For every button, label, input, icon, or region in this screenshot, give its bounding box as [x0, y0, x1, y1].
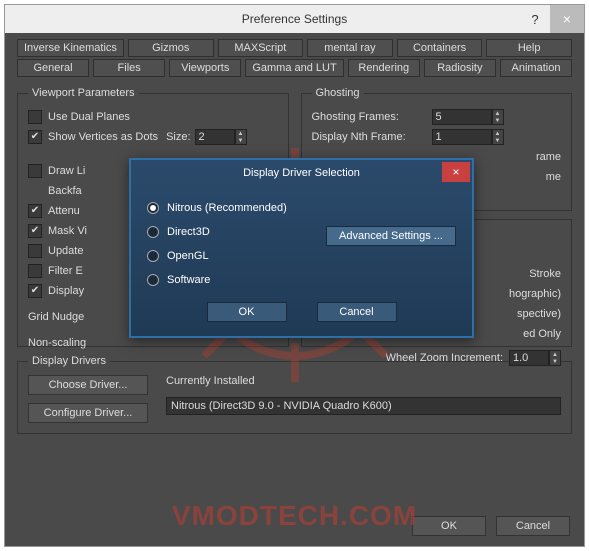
- modal-body: Nitrous (Recommended) Direct3D OpenGL So…: [131, 186, 472, 336]
- modal-titlebar: Display Driver Selection ×: [131, 160, 472, 186]
- viewport-parameters-legend: Viewport Parameters: [28, 87, 139, 99]
- radio-nitrous-label: Nitrous (Recommended): [167, 202, 287, 214]
- display-nth-label: Display Nth Frame:: [312, 131, 432, 143]
- attenuate-checkbox[interactable]: [28, 204, 42, 218]
- window-close-button[interactable]: ×: [550, 5, 584, 33]
- display-checkbox[interactable]: [28, 284, 42, 298]
- configure-driver-button[interactable]: Configure Driver...: [28, 403, 148, 423]
- tab-animation[interactable]: Animation: [500, 59, 572, 77]
- radio-software-label: Software: [167, 274, 210, 286]
- tab-mental-ray[interactable]: mental ray: [307, 39, 393, 57]
- cancel-button[interactable]: Cancel: [496, 516, 570, 536]
- size-spinner[interactable]: 2: [195, 129, 235, 145]
- filter-checkbox[interactable]: [28, 264, 42, 278]
- mask-label: Mask Vi: [48, 225, 87, 237]
- display-driver-selection-dialog: Display Driver Selection × Nitrous (Reco…: [129, 158, 474, 338]
- installed-driver-field[interactable]: Nitrous (Direct3D 9.0 - NVIDIA Quadro K6…: [166, 397, 561, 415]
- ghosting-frames-label: Ghosting Frames:: [312, 111, 432, 123]
- display-nth-spinner[interactable]: 1: [432, 129, 492, 145]
- size-spinner-buttons[interactable]: ▲▼: [235, 129, 247, 145]
- grid-nudge-label: Grid Nudge: [28, 311, 84, 323]
- size-label: Size:: [166, 131, 190, 143]
- radio-opengl-label: OpenGL: [167, 250, 209, 262]
- tab-maxscript[interactable]: MAXScript: [218, 39, 304, 57]
- tab-viewports[interactable]: Viewports: [169, 59, 241, 77]
- attenuate-label: Attenu: [48, 205, 80, 217]
- dialog-buttons: OK Cancel: [412, 516, 570, 536]
- hographic-label: hographic): [509, 288, 561, 300]
- modal-footer: OK Cancel: [147, 302, 456, 322]
- use-dual-planes-checkbox[interactable]: [28, 110, 42, 124]
- non-scaling-label: Non-scaling: [28, 337, 86, 349]
- radio-opengl[interactable]: [147, 250, 159, 262]
- radio-software[interactable]: [147, 274, 159, 286]
- tab-containers[interactable]: Containers: [397, 39, 483, 57]
- ok-button[interactable]: OK: [412, 516, 486, 536]
- currently-installed-label: Currently Installed: [166, 375, 561, 387]
- advanced-settings-button[interactable]: Advanced Settings ...: [326, 226, 456, 246]
- tab-inverse-kinematics[interactable]: Inverse Kinematics: [17, 39, 124, 57]
- wheel-zoom-spinner-buttons[interactable]: ▲▼: [549, 350, 561, 366]
- tab-gamma-lut[interactable]: Gamma and LUT: [245, 59, 343, 77]
- use-dual-planes-label: Use Dual Planes: [48, 111, 130, 123]
- tab-rendering[interactable]: Rendering: [348, 59, 420, 77]
- tab-help[interactable]: Help: [486, 39, 572, 57]
- modal-cancel-button[interactable]: Cancel: [317, 302, 397, 322]
- backface-label: Backfa: [48, 185, 82, 197]
- ghosting-frames-spinner-buttons[interactable]: ▲▼: [492, 109, 504, 125]
- radio-direct3d-label: Direct3D: [167, 226, 210, 238]
- edonly-label: ed Only: [523, 328, 561, 340]
- draw-checkbox[interactable]: [28, 164, 42, 178]
- show-vertices-label: Show Vertices as Dots: [48, 131, 158, 143]
- update-label: Update: [48, 245, 83, 257]
- radio-direct3d[interactable]: [147, 226, 159, 238]
- update-checkbox[interactable]: [28, 244, 42, 258]
- ghosting-legend: Ghosting: [312, 87, 364, 99]
- tab-row-2: General Files Viewports Gamma and LUT Re…: [17, 59, 572, 77]
- display-nth-spinner-buttons[interactable]: ▲▼: [492, 129, 504, 145]
- tab-strip: Inverse Kinematics Gizmos MAXScript ment…: [5, 33, 584, 77]
- ghost-partial-2: me: [546, 171, 561, 183]
- spective-label: spective): [517, 308, 561, 320]
- draw-label: Draw Li: [48, 165, 85, 177]
- titlebar-buttons: ? ×: [520, 5, 584, 33]
- ghosting-frames-spinner[interactable]: 5: [432, 109, 492, 125]
- mask-checkbox[interactable]: [28, 224, 42, 238]
- modal-title-text: Display Driver Selection: [243, 167, 360, 179]
- tab-row-1: Inverse Kinematics Gizmos MAXScript ment…: [17, 39, 572, 57]
- display-drivers-legend: Display Drivers: [28, 355, 110, 367]
- radio-nitrous[interactable]: [147, 202, 159, 214]
- tab-radiosity[interactable]: Radiosity: [424, 59, 496, 77]
- tab-files[interactable]: Files: [93, 59, 165, 77]
- wheel-zoom-label: Wheel Zoom Increment:: [312, 352, 510, 364]
- help-button[interactable]: ?: [520, 5, 550, 33]
- tab-general[interactable]: General: [17, 59, 89, 77]
- show-vertices-checkbox[interactable]: [28, 130, 42, 144]
- window-title: Preference Settings: [242, 12, 347, 26]
- tab-gizmos[interactable]: Gizmos: [128, 39, 214, 57]
- titlebar: Preference Settings ? ×: [5, 5, 584, 33]
- display-partial-label: Display: [48, 285, 84, 297]
- choose-driver-button[interactable]: Choose Driver...: [28, 375, 148, 395]
- modal-close-button[interactable]: ×: [442, 162, 470, 182]
- modal-ok-button[interactable]: OK: [207, 302, 287, 322]
- filter-label: Filter E: [48, 265, 83, 277]
- wheel-zoom-spinner[interactable]: 1.0: [509, 350, 549, 366]
- stroke-label: Stroke: [529, 268, 561, 280]
- ghost-partial-1: rame: [536, 151, 561, 163]
- watermark-text: VMODTECH.COM: [172, 500, 417, 532]
